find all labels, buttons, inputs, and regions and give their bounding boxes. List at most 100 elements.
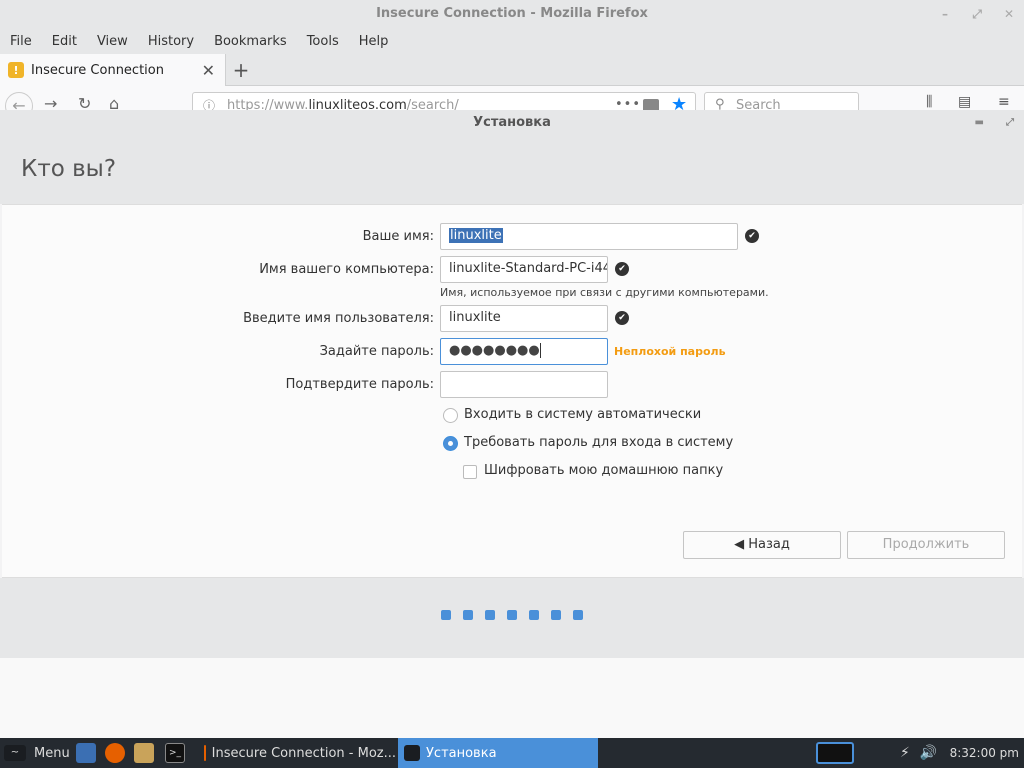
installer-header: Кто вы?: [0, 136, 1024, 204]
search-bar[interactable]: ⚲ Search: [704, 92, 859, 110]
tab-insecure-connection[interactable]: ! Insecure Connection ✕: [0, 54, 226, 86]
progress-dot: [507, 610, 517, 620]
url-domain: linuxliteos.com: [308, 98, 407, 110]
sidebar-icon[interactable]: ▤: [958, 94, 971, 110]
new-tab-icon[interactable]: +: [231, 56, 251, 84]
menu-view[interactable]: View: [97, 34, 138, 49]
forward-icon[interactable]: →: [44, 94, 57, 110]
library-icon[interactable]: ⫼: [926, 94, 932, 110]
progress-dot: [573, 610, 583, 620]
name-label: Ваше имя:: [362, 229, 434, 244]
search-placeholder: Search: [736, 98, 781, 110]
page-title: Кто вы?: [21, 156, 117, 182]
url-text: https://www.linuxliteos.com/search/: [227, 98, 459, 110]
menu-edit[interactable]: Edit: [52, 34, 87, 49]
password-field[interactable]: ●●●●●●●●: [440, 338, 608, 365]
computer-label: Имя вашего компьютера:: [259, 262, 434, 277]
computer-hint: Имя, используемое при связи с другими ко…: [440, 286, 769, 299]
text-caret: [539, 343, 541, 358]
menu-label: Menu: [34, 745, 70, 761]
minimize-icon[interactable]: –: [938, 0, 952, 28]
task-firefox[interactable]: Insecure Connection - Moz...: [198, 738, 396, 768]
back-button[interactable]: ◀ Назад: [683, 531, 841, 559]
workspace-switcher[interactable]: [816, 742, 854, 764]
installer-bottom: [0, 658, 1024, 738]
network-icon[interactable]: ⚡: [900, 745, 910, 761]
volume-icon[interactable]: 🔊: [920, 745, 937, 761]
back-button-label: Назад: [748, 537, 790, 552]
require-password-radio[interactable]: [443, 436, 458, 451]
installer-window-title: Установка: [473, 115, 551, 130]
progress-dot: [529, 610, 539, 620]
encrypt-home-label[interactable]: Шифровать мою домашнюю папку: [484, 463, 723, 478]
progress-dot: [463, 610, 473, 620]
username-label: Введите имя пользователя:: [243, 311, 434, 326]
password-strength: Неплохой пароль: [614, 345, 726, 358]
autologin-radio[interactable]: [443, 408, 458, 423]
firefox-icon[interactable]: [105, 743, 125, 763]
close-icon[interactable]: ✕: [1002, 0, 1016, 28]
tab-title: Insecure Connection: [31, 62, 164, 78]
hamburger-menu-icon[interactable]: ≡: [998, 94, 1010, 110]
task-firefox-label: Insecure Connection - Moz...: [211, 745, 396, 761]
restore-icon[interactable]: ⤢: [970, 0, 984, 28]
installer-maximize-icon[interactable]: ⤢: [1006, 110, 1014, 136]
back-icon[interactable]: ←: [5, 92, 33, 110]
password-value: ●●●●●●●●: [449, 343, 540, 358]
desktop-icon[interactable]: [76, 743, 96, 763]
progress-dots: [441, 610, 583, 620]
name-valid-icon: ✔: [745, 229, 759, 243]
start-menu-button[interactable]: ~ Menu: [0, 738, 70, 768]
firefox-navbar: ← → ↻ ⌂ ⓘ https://www.linuxliteos.com/se…: [0, 86, 1024, 110]
encrypt-home-checkbox[interactable]: [463, 465, 477, 479]
warning-icon: !: [8, 62, 24, 78]
url-prefix: https://www.: [227, 98, 309, 110]
installer-minimize-icon[interactable]: ▬: [975, 110, 984, 136]
pocket-icon[interactable]: [643, 99, 659, 110]
close-tab-icon[interactable]: ✕: [202, 61, 215, 80]
firefox-menubar: File Edit View History Bookmarks Tools H…: [0, 28, 1024, 54]
taskbar: ~ Menu >_ Insecure Connection - Moz... У…: [0, 738, 1024, 768]
page-actions-icon[interactable]: •••: [615, 97, 641, 110]
task-installer[interactable]: Установка: [398, 738, 598, 768]
progress-dot: [485, 610, 495, 620]
system-tray: ⚡ 🔊: [900, 738, 937, 768]
name-field[interactable]: linuxlite: [440, 223, 738, 250]
require-password-label[interactable]: Требовать пароль для входа в систему: [464, 435, 733, 450]
autologin-label[interactable]: Входить в систему автоматически: [464, 407, 701, 422]
file-manager-icon[interactable]: [134, 743, 154, 763]
username-value: linuxlite: [449, 310, 501, 325]
continue-button-label: Продолжить: [882, 537, 970, 552]
menu-file[interactable]: File: [10, 34, 42, 49]
menu-bookmarks[interactable]: Bookmarks: [214, 34, 297, 49]
computer-name-field[interactable]: linuxlite-Standard-PC-i440: [440, 256, 608, 283]
progress-dot: [551, 610, 561, 620]
firefox-titlebar: Insecure Connection - Mozilla Firefox – …: [0, 0, 1024, 28]
url-path: /search/: [406, 98, 459, 110]
firefox-task-icon: [204, 745, 206, 761]
info-icon[interactable]: ⓘ: [203, 97, 215, 110]
firefox-window-title: Insecure Connection - Mozilla Firefox: [376, 6, 648, 21]
menu-tools[interactable]: Tools: [307, 34, 349, 49]
terminal-icon[interactable]: >_: [165, 743, 185, 763]
installer-titlebar: Установка ▬ ⤢: [0, 110, 1024, 136]
computer-value: linuxlite-Standard-PC-i440: [449, 261, 608, 276]
continue-button[interactable]: Продолжить: [847, 531, 1005, 559]
menu-help[interactable]: Help: [359, 34, 399, 49]
username-valid-icon: ✔: [615, 311, 629, 325]
installer-task-icon: [404, 745, 420, 761]
name-value: linuxlite: [449, 228, 503, 243]
confirm-password-field[interactable]: [440, 371, 608, 398]
firefox-tabbar: ! Insecure Connection ✕ +: [0, 54, 1024, 86]
computer-valid-icon: ✔: [615, 262, 629, 276]
username-field[interactable]: linuxlite: [440, 305, 608, 332]
clock[interactable]: 8:32:00 pm: [950, 738, 1019, 768]
url-bar[interactable]: ⓘ https://www.linuxliteos.com/search/ ••…: [192, 92, 696, 110]
progress-dot: [441, 610, 451, 620]
search-icon: ⚲: [715, 97, 725, 110]
menu-history[interactable]: History: [148, 34, 204, 49]
home-icon[interactable]: ⌂: [109, 94, 119, 110]
linux-lite-logo-icon: ~: [4, 745, 26, 761]
reload-icon[interactable]: ↻: [78, 94, 91, 110]
bookmark-star-icon[interactable]: ★: [671, 94, 687, 110]
